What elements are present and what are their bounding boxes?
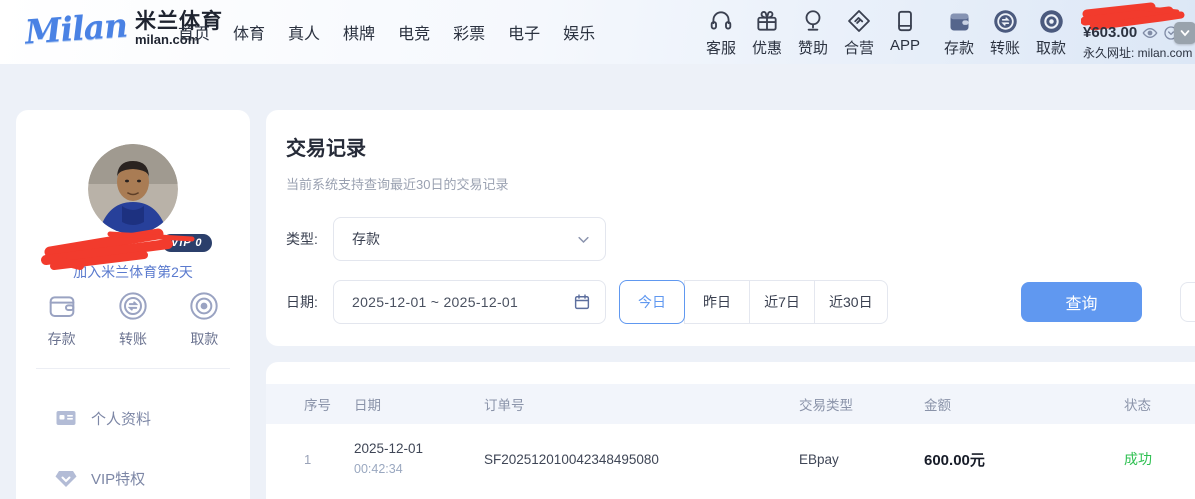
row-date: 2025-12-01 00:42:34 — [354, 439, 484, 480]
sidebar-deposit[interactable]: 存款 — [46, 290, 78, 349]
chevron-down-icon — [576, 232, 591, 247]
sidebar-quick-actions: 存款 转账 取款 — [26, 290, 240, 349]
date-range-input[interactable]: 2025-12-01 ~ 2025-12-01 — [333, 280, 606, 324]
date-label: 日期: — [286, 280, 318, 324]
wallet-icon — [946, 7, 973, 35]
transaction-filter-card: 交易记录 当前系统支持查询最近30日的交易记录 类型: 存款 日期: 2025-… — [266, 110, 1195, 346]
util-withdraw[interactable]: 取款 — [1030, 7, 1072, 58]
phone-icon — [892, 7, 918, 35]
range-yesterday-button[interactable]: 昨日 — [684, 280, 750, 324]
transfer-icon — [992, 7, 1019, 35]
nav-item-chess[interactable]: 棋牌 — [343, 20, 375, 44]
reset-button[interactable] — [1180, 282, 1195, 322]
row-time: 00:42:34 — [354, 462, 403, 476]
calendar-icon — [573, 293, 591, 311]
col-index: 序号 — [304, 394, 354, 414]
util-customer-service[interactable]: 客服 — [700, 7, 742, 58]
profile-sidebar: VIP 0 加入米兰体育第2天 存款 转账 — [16, 110, 250, 499]
wallet-icon — [46, 290, 78, 322]
nav-item-slots[interactable]: 电子 — [508, 20, 540, 44]
transfer-icon — [117, 290, 149, 322]
range-30days-button[interactable]: 近30日 — [814, 280, 888, 324]
util-deposit[interactable]: 存款 — [938, 7, 980, 58]
id-card-icon — [54, 406, 78, 430]
nav-item-esports[interactable]: 电竞 — [398, 20, 430, 44]
header-wallet-utils: 存款 转账 取款 — [938, 7, 1072, 58]
date-range-value: 2025-12-01 ~ 2025-12-01 — [352, 294, 573, 310]
col-amount: 金额 — [924, 394, 1124, 414]
type-label: 类型: — [286, 217, 318, 261]
util-app[interactable]: APP — [884, 7, 926, 58]
table-row: 1 2025-12-01 00:42:34 SF2025120100423484… — [266, 424, 1195, 494]
logo-script-text: Milan — [24, 5, 128, 51]
main-nav: 首页 体育 真人 棋牌 电竞 彩票 电子 娱乐 — [178, 0, 595, 64]
transaction-table-card: 序号 日期 订单号 交易类型 金额 状态 1 2025-12-01 00:42:… — [266, 362, 1195, 499]
sidebar-withdraw[interactable]: 取款 — [188, 290, 220, 349]
nav-item-live[interactable]: 真人 — [288, 20, 320, 44]
withdraw-icon — [188, 290, 220, 322]
balance-amount: ¥603.00 — [1083, 24, 1137, 41]
row-amount: 600.00元 — [924, 449, 1124, 470]
nav-item-sports[interactable]: 体育 — [233, 20, 265, 44]
util-transfer[interactable]: 转账 — [984, 7, 1026, 58]
row-order-number: SF202512010042348495080 — [484, 452, 799, 467]
nav-item-lottery[interactable]: 彩票 — [453, 20, 485, 44]
avatar — [88, 144, 178, 234]
quick-range-group: 今日 昨日 近7日 近30日 — [619, 280, 888, 324]
row-transaction-type: EBpay — [799, 452, 924, 467]
nav-item-entertainment[interactable]: 娱乐 — [563, 20, 595, 44]
nav-item-home[interactable]: 首页 — [178, 20, 210, 44]
util-sponsorship[interactable]: 赞助 — [792, 7, 834, 58]
type-select-value: 存款 — [352, 229, 576, 249]
sidebar-divider — [36, 368, 230, 369]
sidebar-transfer[interactable]: 转账 — [117, 290, 149, 349]
gem-icon — [54, 466, 78, 490]
row-index: 1 — [304, 452, 354, 467]
eye-icon[interactable] — [1142, 25, 1158, 41]
col-date: 日期 — [354, 394, 484, 414]
gift-icon — [754, 7, 780, 35]
table-header-row: 序号 日期 订单号 交易类型 金额 状态 — [266, 384, 1195, 424]
top-header: Milan 米兰体育 milan.com 首页 体育 真人 棋牌 电竞 彩票 电… — [0, 0, 1195, 64]
type-select[interactable]: 存款 — [333, 217, 606, 261]
col-type: 交易类型 — [799, 394, 924, 414]
verified-badge-icon — [1174, 22, 1195, 44]
query-button[interactable]: 查询 — [1021, 282, 1142, 322]
redaction-scribble — [40, 222, 200, 270]
col-status: 状态 — [1124, 394, 1195, 414]
range-7days-button[interactable]: 近7日 — [749, 280, 815, 324]
sidebar-item-vip[interactable]: VIP特权 — [54, 466, 145, 490]
util-affiliate[interactable]: 合营 — [838, 7, 880, 58]
withdraw-icon — [1038, 7, 1065, 35]
col-order: 订单号 — [484, 394, 799, 414]
util-promotions[interactable]: 优惠 — [746, 7, 788, 58]
range-today-button[interactable]: 今日 — [619, 280, 685, 324]
trophy-icon — [800, 7, 826, 35]
header-utils: 客服 优惠 赞助 合营 — [700, 7, 926, 58]
headset-icon — [708, 7, 734, 35]
row-status: 成功 — [1124, 449, 1195, 469]
permanent-url: 永久网址: milan.com — [1083, 44, 1192, 61]
page-title: 交易记录 — [286, 132, 366, 161]
page-subtitle: 当前系统支持查询最近30日的交易记录 — [286, 174, 508, 193]
handshake-icon — [846, 7, 872, 35]
sidebar-item-profile[interactable]: 个人资料 — [54, 406, 151, 430]
